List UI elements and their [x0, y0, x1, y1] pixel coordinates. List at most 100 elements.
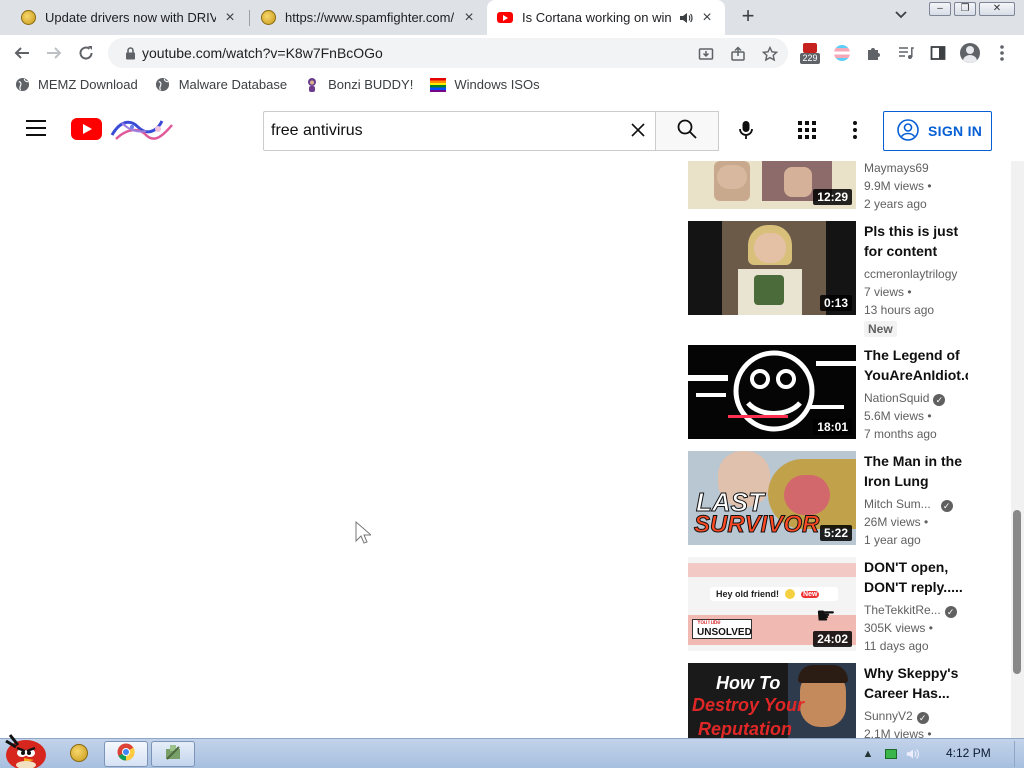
- video-thumbnail[interactable]: LAST SURVIVOR 5:22: [688, 451, 856, 545]
- coin-icon: [260, 10, 276, 26]
- verified-check-icon: ✓: [940, 500, 953, 512]
- bookmark-bonzi-buddy[interactable]: Bonzi BUDDY!: [304, 77, 413, 93]
- lock-icon[interactable]: [120, 46, 140, 60]
- video-thumbnail[interactable]: Hey old friend! New YouTube UNSOLVED ☛ 2…: [688, 557, 856, 651]
- install-app-icon[interactable]: [696, 44, 716, 64]
- video-title[interactable]: Pls this is just for content an...: [864, 221, 966, 261]
- back-arrow-icon[interactable]: [10, 41, 34, 65]
- related-video-card[interactable]: 0:13 Pls this is just for content an... …: [688, 221, 978, 341]
- thumbnail-text-hey: Hey old friend!: [716, 589, 780, 599]
- close-icon[interactable]: ×: [461, 9, 477, 26]
- related-video-card[interactable]: How To Destroy Your Reputation Why Skepp…: [688, 663, 978, 738]
- related-video-card[interactable]: Hey old friend! New YouTube UNSOLVED ☛ 2…: [688, 557, 978, 657]
- volume-icon[interactable]: [906, 747, 920, 761]
- media-control-icon[interactable]: [894, 41, 918, 65]
- sign-in-button[interactable]: SIGN IN: [883, 111, 992, 151]
- bookmark-memz-download[interactable]: MEMZ Download: [14, 77, 138, 93]
- tab-title: Is Cortana working on win: [522, 10, 672, 25]
- address-bar[interactable]: youtube.com/watch?v=K8w7FnBcOGo: [108, 38, 788, 68]
- reload-icon[interactable]: [74, 41, 98, 65]
- tab-update-drivers[interactable]: Update drivers now with DRIV ×: [10, 0, 248, 35]
- youtube-logo-icon[interactable]: [71, 118, 102, 140]
- video-thumbnail[interactable]: 18:01: [688, 345, 856, 439]
- search-input[interactable]: free antivirus: [263, 111, 656, 151]
- video-views: 2.1M views •: [864, 727, 932, 738]
- search-button[interactable]: [655, 111, 719, 151]
- new-tab-button[interactable]: +: [736, 5, 760, 29]
- video-age: 2 years ago: [864, 197, 927, 211]
- tab-search-chevron-icon[interactable]: [895, 8, 907, 22]
- bookmark-malware-database[interactable]: Malware Database: [155, 77, 287, 93]
- video-channel[interactable]: SunnyV2 ✓: [864, 707, 929, 725]
- extensions-puzzle-icon[interactable]: [862, 41, 886, 65]
- video-title[interactable]: The Legend of YouAreAnIdiot.c: [864, 345, 968, 385]
- taskbar-chrome-button[interactable]: [104, 741, 148, 767]
- network-icon[interactable]: [884, 747, 898, 761]
- video-age: 13 hours ago: [864, 303, 935, 317]
- extension-counter-icon[interactable]: 229: [798, 39, 822, 67]
- quick-launch-coin-icon[interactable]: [70, 744, 90, 764]
- taskbar-clock[interactable]: 4:12 PM: [946, 746, 991, 760]
- new-badge: New: [864, 321, 897, 337]
- related-video-card[interactable]: 12:29 Maymays69 9.9M views • 2 years ago: [688, 161, 978, 215]
- restore-button[interactable]: ❐: [954, 2, 976, 16]
- mouse-cursor-icon: [355, 521, 371, 544]
- video-channel[interactable]: Mitch Sum... ✓: [864, 495, 953, 513]
- microphone-icon[interactable]: [734, 118, 758, 142]
- close-icon[interactable]: ×: [222, 9, 238, 26]
- browser-menu-icon[interactable]: [990, 41, 1014, 65]
- tray-expand-icon[interactable]: ▲: [861, 747, 875, 761]
- side-panel-icon[interactable]: [926, 41, 950, 65]
- bookmark-label: Malware Database: [178, 77, 288, 92]
- video-channel[interactable]: ccmeronlaytrilogy: [864, 265, 957, 283]
- search-icon: [677, 119, 697, 144]
- bonzi-icon: [304, 77, 320, 93]
- verified-check-icon: ✓: [944, 606, 957, 618]
- related-videos-list: 12:29 Maymays69 9.9M views • 2 years ago…: [688, 161, 978, 738]
- start-button-angry-bird-icon[interactable]: [0, 731, 48, 768]
- clear-search-icon[interactable]: [620, 118, 656, 144]
- video-age: 7 months ago: [864, 427, 937, 441]
- video-duration: 18:01: [813, 419, 852, 435]
- youtube-doodle-logo[interactable]: [108, 115, 178, 143]
- globe-icon: [14, 77, 30, 93]
- audio-playing-icon[interactable]: [679, 12, 693, 24]
- video-duration: 5:22: [819, 525, 852, 541]
- video-channel[interactable]: NationSquid ✓: [864, 389, 946, 407]
- video-title[interactable]: DON'T open, DON'T reply.....: [864, 557, 966, 597]
- forward-arrow-icon[interactable]: [42, 41, 66, 65]
- youtube-header: free antivirus SIGN IN: [0, 99, 1024, 161]
- video-views: 26M views •: [864, 515, 929, 529]
- share-icon[interactable]: [728, 44, 748, 64]
- video-thumbnail[interactable]: How To Destroy Your Reputation: [688, 663, 856, 738]
- video-title[interactable]: Why Skeppy's Career Has...: [864, 663, 966, 703]
- video-thumbnail[interactable]: 12:29: [688, 161, 856, 209]
- close-icon[interactable]: ×: [699, 9, 715, 26]
- related-video-card[interactable]: 18:01 The Legend of YouAreAnIdiot.c Nati…: [688, 345, 978, 445]
- bookmark-star-icon[interactable]: [760, 44, 780, 64]
- video-thumbnail[interactable]: 0:13: [688, 221, 856, 315]
- video-channel[interactable]: Maymays69: [864, 161, 929, 177]
- windows-taskbar: ▲ 4:12 PM: [0, 734, 1024, 768]
- verified-check-icon: ✓: [933, 394, 946, 406]
- hamburger-menu-icon[interactable]: [26, 120, 46, 136]
- apps-grid-icon[interactable]: [795, 118, 819, 142]
- window-close-button[interactable]: ✕: [979, 2, 1015, 16]
- scrollbar-thumb[interactable]: [1013, 510, 1021, 674]
- related-video-card[interactable]: LAST SURVIVOR 5:22 The Man in the Iron L…: [688, 451, 978, 551]
- bookmark-label: MEMZ Download: [38, 77, 138, 92]
- minimize-button[interactable]: –: [929, 2, 951, 16]
- video-title[interactable]: The Man in the Iron Lung: [864, 451, 970, 491]
- profile-avatar-icon[interactable]: [958, 41, 982, 65]
- video-duration: 12:29: [813, 189, 852, 205]
- pride-extension-icon[interactable]: [830, 41, 854, 65]
- tab-cortana-video[interactable]: Is Cortana working on win ×: [487, 0, 725, 35]
- bookmark-windows-isos[interactable]: Windows ISOs: [430, 77, 540, 93]
- bookmark-label: Bonzi BUDDY!: [328, 77, 414, 92]
- tab-spamfighter[interactable]: https://www.spamfighter.com/ ×: [250, 0, 487, 35]
- taskbar-app-button[interactable]: [151, 741, 195, 767]
- settings-menu-icon[interactable]: [843, 118, 867, 142]
- show-desktop-button[interactable]: [1014, 741, 1024, 767]
- video-channel[interactable]: TheTekkitRe... ✓: [864, 601, 957, 619]
- verified-check-icon: ✓: [916, 712, 929, 724]
